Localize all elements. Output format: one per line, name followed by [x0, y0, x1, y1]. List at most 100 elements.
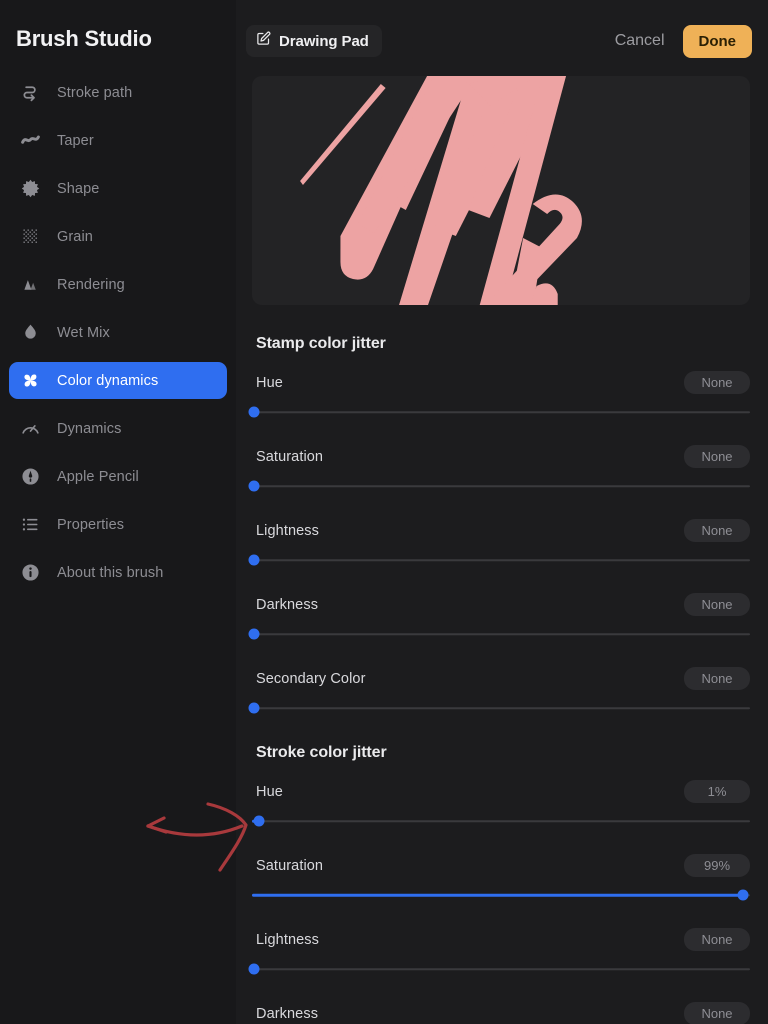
slider-track[interactable] — [248, 480, 750, 492]
slider-value-pill[interactable]: None — [684, 1002, 750, 1024]
slider-track-background — [252, 820, 750, 822]
drawing-pad-preview[interactable] — [252, 76, 750, 305]
slider-label: Darkness — [256, 1005, 319, 1022]
slider-track[interactable] — [248, 702, 750, 714]
sidebar: Brush Studio Stroke path Taper Shape Grain R… — [0, 0, 236, 1024]
slider-value-pill[interactable]: None — [684, 519, 750, 542]
slider-label: Darkness — [256, 596, 319, 613]
sidebar-item-wet-mix[interactable]: Wet Mix — [9, 314, 227, 351]
slider-header: Lightness None — [252, 519, 750, 542]
slider-header: Hue None — [252, 371, 750, 394]
slider-row-saturation: Saturation 99% — [252, 854, 750, 901]
dynamics-icon — [17, 416, 43, 442]
slider-knob[interactable] — [248, 628, 260, 640]
slider-row-hue: Hue None — [248, 371, 750, 418]
taper-icon — [17, 128, 43, 154]
slider-row-saturation: Saturation None — [248, 445, 750, 492]
slider-label: Saturation — [256, 448, 324, 465]
slider-label: Lightness — [256, 522, 319, 539]
slider-row-hue: Hue 1% — [252, 780, 750, 827]
apple-pencil-icon — [17, 464, 43, 490]
slider-track-background — [252, 633, 750, 635]
slider-label: Saturation — [256, 857, 324, 874]
slider-track[interactable] — [248, 406, 750, 418]
sidebar-item-stroke-path[interactable]: Stroke path — [9, 74, 227, 111]
sidebar-item-taper[interactable]: Taper — [9, 122, 227, 159]
sidebar-item-color-dynamics[interactable]: Color dynamics — [9, 362, 227, 399]
settings-content: Stamp color jitter Hue None Saturation None L… — [236, 335, 768, 1024]
slider-header: Darkness None — [252, 593, 750, 616]
slider-header: Secondary Color None — [252, 667, 750, 690]
sidebar-item-label: Apple Pencil — [57, 468, 139, 485]
section-title: Stroke color jitter — [256, 744, 387, 761]
sidebar-item-shape[interactable]: Shape — [9, 170, 227, 207]
slider-knob[interactable] — [248, 480, 260, 492]
sidebar-item-dynamics[interactable]: Dynamics — [9, 410, 227, 447]
slider-track-background — [252, 559, 750, 561]
slider-track-background — [252, 968, 750, 970]
rendering-icon — [17, 272, 43, 298]
wet-mix-icon — [17, 320, 43, 346]
grain-icon — [17, 224, 43, 250]
slider-value-pill[interactable]: 99% — [684, 854, 750, 877]
sidebar-item-properties[interactable]: Properties — [9, 506, 227, 543]
slider-knob[interactable] — [737, 889, 749, 901]
sidebar-item-label: Dynamics — [57, 420, 122, 437]
slider-track-background — [252, 707, 750, 709]
edit-square-icon — [256, 31, 271, 51]
slider-knob[interactable] — [248, 702, 260, 714]
sidebar-item-label: Wet Mix — [57, 324, 110, 341]
sidebar-item-label: Rendering — [57, 276, 125, 293]
slider-header: Hue 1% — [252, 780, 750, 803]
slider-track[interactable] — [248, 628, 750, 640]
slider-track[interactable] — [248, 554, 750, 566]
sidebar-item-label: Color dynamics — [57, 372, 159, 389]
sidebar-item-label: Grain — [57, 228, 93, 245]
slider-value-pill[interactable]: None — [684, 371, 750, 394]
properties-icon — [17, 512, 43, 538]
slider-knob[interactable] — [253, 815, 265, 827]
slider-row-lightness: Lightness None — [248, 519, 750, 566]
drawing-pad-tab[interactable]: Drawing Pad — [246, 25, 382, 57]
slider-row-lightness: Lightness None — [248, 928, 750, 975]
slider-track[interactable] — [252, 815, 750, 827]
slider-label: Lightness — [256, 931, 319, 948]
brush-stroke-artwork — [300, 76, 582, 305]
sidebar-item-label: About this brush — [57, 564, 164, 581]
cancel-button[interactable]: Cancel — [615, 32, 665, 50]
done-button[interactable]: Done — [682, 24, 752, 58]
slider-row-secondary-color: Secondary Color None — [248, 667, 750, 714]
slider-knob[interactable] — [248, 406, 260, 418]
slider-header: Saturation 99% — [252, 854, 750, 877]
sidebar-item-label: Properties — [57, 516, 125, 533]
sidebar-item-grain[interactable]: Grain — [9, 218, 227, 255]
main-panel: Drawing Pad Cancel Done Stamp color jitt… — [236, 0, 768, 1024]
slider-label: Secondary Color — [256, 670, 366, 687]
shape-icon — [17, 176, 43, 202]
info-icon — [17, 560, 43, 586]
slider-knob[interactable] — [248, 963, 260, 975]
slider-track[interactable] — [252, 889, 750, 901]
slider-value-pill[interactable]: 1% — [684, 780, 750, 803]
slider-row-darkness: Darkness None — [248, 593, 750, 640]
slider-track-background — [252, 485, 750, 487]
toolbar-actions: Cancel Done — [615, 24, 752, 58]
slider-header: Saturation None — [252, 445, 750, 468]
sidebar-item-rendering[interactable]: Rendering — [9, 266, 227, 303]
slider-value-pill[interactable]: None — [684, 445, 750, 468]
slider-knob[interactable] — [248, 554, 260, 566]
slider-value-pill[interactable]: None — [684, 593, 750, 616]
drawing-pad-label: Drawing Pad — [279, 32, 369, 50]
slider-value-pill[interactable]: None — [684, 928, 750, 951]
sidebar-item-label: Shape — [57, 180, 100, 197]
slider-value-pill[interactable]: None — [684, 667, 750, 690]
sidebar-item-about-this-brush[interactable]: About this brush — [9, 554, 227, 591]
stroke-path-icon — [17, 80, 43, 106]
brush-studio-window: Brush Studio Stroke path Taper Shape Grain R… — [0, 0, 768, 1024]
sidebar-item-apple-pencil[interactable]: Apple Pencil — [9, 458, 227, 495]
slider-track[interactable] — [248, 963, 750, 975]
slider-track-fill — [252, 893, 746, 897]
section-title: Stamp color jitter — [256, 335, 386, 352]
slider-label: Hue — [256, 783, 283, 800]
color-dynamics-icon — [17, 368, 43, 394]
